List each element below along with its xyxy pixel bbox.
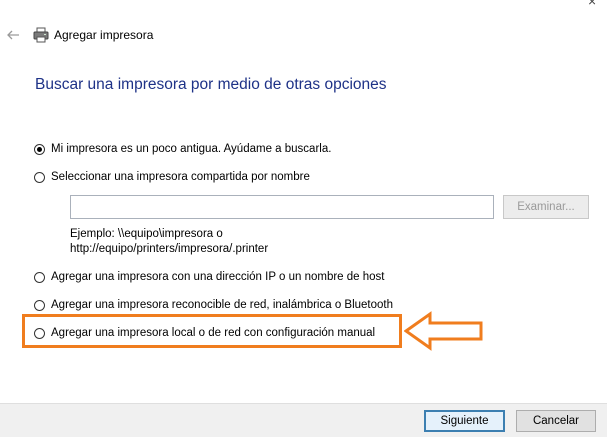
pointer-arrow-icon xyxy=(404,311,483,351)
option-label: Mi impresora es un poco antigua. Ayúdame… xyxy=(51,143,332,155)
option-label: Seleccionar una impresora compartida por… xyxy=(51,171,310,183)
window-title: Agregar impresora xyxy=(54,28,154,42)
page-heading: Buscar una impresora por medio de otras … xyxy=(35,76,387,93)
back-arrow-icon[interactable] xyxy=(5,27,21,43)
cancel-button[interactable]: Cancelar xyxy=(516,410,596,432)
option-network-wireless-bluetooth[interactable]: Agregar una impresora reconocible de red… xyxy=(34,297,393,313)
printer-icon xyxy=(33,27,49,43)
option-shared-by-name[interactable]: Seleccionar una impresora compartida por… xyxy=(34,169,310,185)
option-old-printer[interactable]: Mi impresora es un poco antigua. Ayúdame… xyxy=(34,141,331,157)
option-label: Agregar una impresora con una dirección … xyxy=(51,271,385,283)
radio-button[interactable] xyxy=(34,271,45,283)
option-ip-or-hostname[interactable]: Agregar una impresora con una dirección … xyxy=(34,269,385,285)
shared-printer-name-input[interactable] xyxy=(70,195,494,219)
example-line-1: Ejemplo: \\equipo\impresora o xyxy=(70,228,223,240)
radio-button[interactable] xyxy=(34,171,45,183)
radio-button[interactable] xyxy=(34,143,45,155)
radio-button[interactable] xyxy=(34,299,45,311)
highlight-box xyxy=(22,314,402,348)
browse-button[interactable]: Examinar... xyxy=(503,195,589,219)
next-button[interactable]: Siguiente xyxy=(424,410,505,432)
option-label: Agregar una impresora reconocible de red… xyxy=(51,299,394,311)
example-line-2: http://equipo/printers/impresora/.printe… xyxy=(70,243,269,255)
close-icon[interactable]: × xyxy=(588,0,607,8)
